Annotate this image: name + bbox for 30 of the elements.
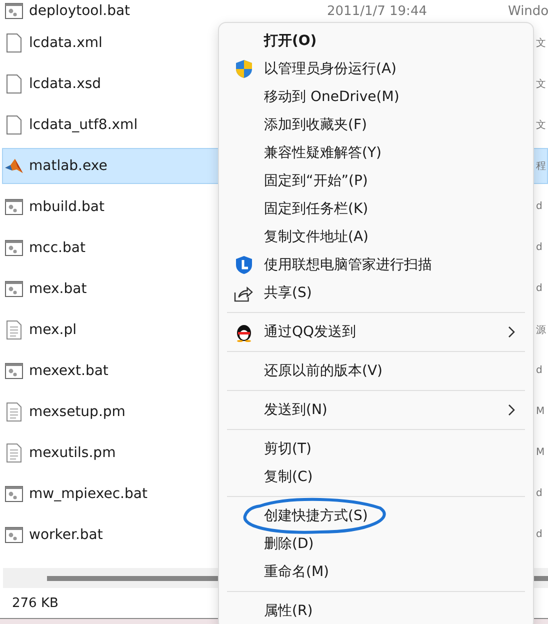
file-name: lcdata.xml <box>29 34 102 50</box>
file-name: mcc.bat <box>29 240 86 256</box>
file-type: M <box>536 447 545 458</box>
file-type: Windo <box>508 4 548 18</box>
file-type: d <box>536 201 542 212</box>
file-type: 文 <box>536 36 546 50</box>
file-name: mw_mpiexec.bat <box>29 486 148 502</box>
file-type: 文 <box>536 118 546 132</box>
file-type: M <box>536 406 545 417</box>
file-date: 2011/1/7 19:44 <box>327 4 427 18</box>
file-type: d <box>536 242 542 253</box>
file-type: 文 <box>536 78 546 90</box>
file-name: mexsetup.pm <box>29 404 126 420</box>
file-name: mbuild.bat <box>29 198 104 214</box>
file-name: mex.pl <box>29 322 77 338</box>
file-type: d <box>536 529 542 540</box>
file-name: mexutils.pm <box>29 444 116 460</box>
file-type: 源 <box>536 324 546 336</box>
file-name: mex.bat <box>29 280 87 296</box>
file-type: d <box>536 283 542 294</box>
file-name: worker.bat <box>29 526 103 542</box>
status-text: 276 KB <box>12 596 58 610</box>
file-name: lcdata.xsd <box>29 76 102 92</box>
file-type: d <box>536 488 542 499</box>
file-type: d <box>536 365 542 376</box>
file-name: lcdata_utf8.xml <box>29 116 138 132</box>
file-name: mexext.bat <box>29 362 108 378</box>
file-name: deploytool.bat <box>29 3 130 19</box>
file-name: matlab.exe <box>29 158 108 174</box>
file-type: 程 <box>536 160 546 172</box>
